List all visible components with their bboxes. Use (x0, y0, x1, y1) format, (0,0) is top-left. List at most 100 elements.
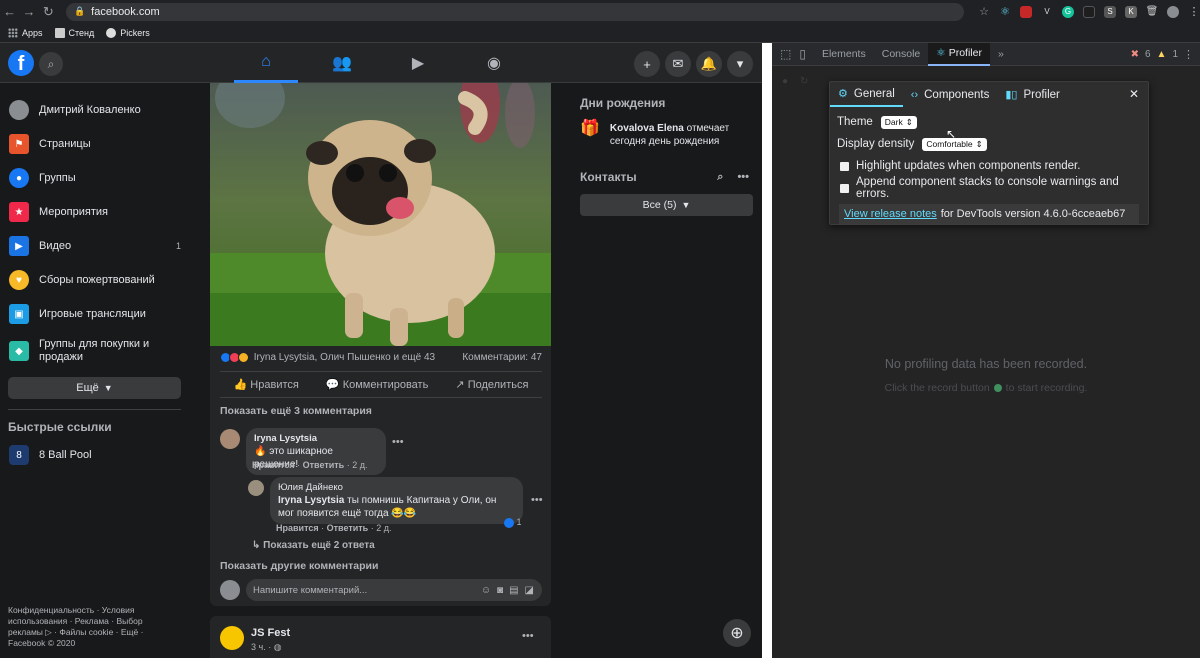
comment-reply-link[interactable]: Ответить (303, 460, 345, 470)
extension-trash-icon[interactable]: 🗑 (1146, 6, 1159, 18)
sticker-icon[interactable]: ◪ (525, 585, 534, 596)
create-icon[interactable]: + (634, 51, 660, 77)
grammarly-icon[interactable]: G (1062, 5, 1075, 18)
share-button[interactable]: ↗ Поделиться (455, 378, 528, 391)
account-menu-icon[interactable]: ▾ (727, 51, 753, 77)
sidebar-item-gaming[interactable]: ▣ Игровые трансляции (0, 297, 195, 331)
forward-icon[interactable]: → (19, 4, 38, 19)
extension-red-icon[interactable] (1020, 5, 1033, 18)
post-author[interactable]: JS Fest (251, 627, 290, 639)
reload-icon[interactable]: ↻ (39, 4, 58, 20)
reply-reply-link[interactable]: Ответить (327, 523, 369, 533)
avatar[interactable] (248, 480, 264, 496)
comment-button[interactable]: 💬 Комментировать (326, 378, 428, 391)
release-notes-link[interactable]: View release notes (844, 208, 937, 220)
birthday-item[interactable]: 🎁 Kovalova Elena отмечает сегодня день р… (580, 121, 755, 148)
sidebar-item-buy-sell[interactable]: ◆ Группы для покупки и продажи (0, 331, 195, 371)
reload-profile-icon[interactable]: ↻ (800, 76, 808, 87)
watch-tab-icon[interactable]: ▶ (386, 43, 450, 83)
shortcut-8-ball-pool[interactable]: 8 8 Ball Pool (0, 438, 195, 472)
more-options-icon[interactable]: ••• (531, 494, 543, 506)
tab-console[interactable]: Console (874, 43, 929, 66)
address-bar[interactable]: 🔒 facebook.com (65, 2, 965, 21)
bookmark-stand[interactable]: Стенд (54, 27, 94, 38)
bookmark-apps[interactable]: Apps (8, 27, 43, 38)
theme-select[interactable]: Dark ⇕ (880, 115, 917, 129)
settings-tab-label: Profiler (1023, 88, 1060, 101)
post-image[interactable] (210, 83, 551, 346)
star-icon[interactable]: ☆ (978, 6, 990, 18)
react-devtools-icon[interactable]: ⚛ (999, 6, 1011, 18)
more-button[interactable]: Ещё ▼ (8, 377, 181, 399)
show-more-comments[interactable]: Показать ещё 3 комментария (220, 405, 372, 417)
comments-count[interactable]: Комментарии: 47 (462, 352, 542, 363)
gif-icon[interactable]: ▤ (509, 585, 518, 596)
extension-k-icon[interactable]: K (1125, 5, 1138, 18)
extension-v-icon[interactable]: V (1041, 6, 1053, 18)
highlight-updates-checkbox[interactable] (840, 161, 849, 171)
home-tab-icon[interactable]: ⌂ (234, 43, 298, 83)
devtools-menu-icon[interactable]: ⋮ (1183, 48, 1194, 61)
show-more-replies[interactable]: ↳ Показать ещё 2 ответа (252, 540, 375, 551)
notifications-icon[interactable]: 🔔 (696, 51, 722, 77)
extension-dark-icon[interactable] (1083, 5, 1096, 18)
comment-like-link[interactable]: Нравится (252, 460, 295, 470)
reactions-summary[interactable]: Iryna Lysytsia, Олич Пышенко и ещё 43 Ко… (220, 352, 542, 363)
settings-tab-components[interactable]: ‹› Components (903, 82, 998, 107)
tab-profiler[interactable]: ⚛ Profiler (928, 42, 990, 66)
reply-likes[interactable]: 1 (504, 517, 522, 528)
sidebar-item-groups[interactable]: ● Группы (0, 161, 195, 195)
extension-s-icon[interactable]: S (1104, 5, 1117, 18)
more-options-icon[interactable]: ••• (737, 171, 749, 184)
sidebar-item-pages[interactable]: ⚑ Страницы (0, 127, 195, 161)
avatar[interactable] (220, 626, 244, 650)
comment-input[interactable]: Напишите комментарий... ☺ ◙ ▤ ◪ (246, 579, 542, 601)
comment-time[interactable]: 2 д. (352, 460, 367, 470)
settings-tab-general[interactable]: ⚙ General (830, 82, 903, 107)
highlight-updates-row[interactable]: Highlight updates when components render… (830, 155, 1148, 177)
comment-author[interactable]: Iryna Lysytsia (254, 432, 378, 445)
post-time[interactable]: 3 ч. · ◍ (251, 642, 282, 653)
back-icon[interactable]: ← (0, 4, 19, 19)
sidebar-item-video[interactable]: ▶ Видео 1 (0, 229, 195, 263)
search-icon[interactable]: ⌕ (39, 52, 63, 76)
close-icon[interactable]: ✕ (1129, 87, 1139, 101)
profile-avatar-icon[interactable] (1167, 5, 1180, 18)
panel-divider[interactable] (762, 43, 772, 658)
more-options-icon[interactable]: ••• (392, 436, 404, 448)
sidebar-item-profile[interactable]: Дмитрий Коваленко (0, 93, 195, 127)
tab-elements[interactable]: Elements (814, 43, 874, 66)
record-icon[interactable]: ● (782, 76, 788, 87)
like-button[interactable]: 👍 Нравится (234, 378, 299, 391)
reply-like-link[interactable]: Нравится (276, 523, 319, 533)
groups-tab-icon[interactable]: ◉ (462, 43, 526, 83)
avatar[interactable] (220, 429, 240, 449)
camera-icon[interactable]: ◙ (497, 585, 503, 596)
footer-links[interactable]: Конфиденциальность · Условия использован… (8, 605, 158, 649)
friends-tab-icon[interactable]: 👥 (310, 43, 374, 83)
issues-counter[interactable]: ✖ 6 ▲ 1 (1131, 49, 1178, 60)
show-other-comments[interactable]: Показать другие комментарии (220, 560, 378, 572)
inspect-element-icon[interactable]: ⬚ (772, 43, 799, 66)
reply-time[interactable]: 2 д. (376, 523, 391, 533)
append-stacks-row[interactable]: Append component stacks to console warni… (830, 176, 1148, 200)
settings-tab-profiler[interactable]: ▮▯ Profiler (997, 82, 1068, 107)
search-icon[interactable]: ⌕ (717, 171, 723, 184)
record-button-icon[interactable] (993, 384, 1002, 393)
device-toolbar-icon[interactable]: ▯ (799, 43, 814, 66)
emoji-icon[interactable]: ☺ (481, 585, 491, 596)
sidebar-item-events[interactable]: ★ Мероприятия (0, 195, 195, 229)
new-message-icon[interactable]: ⊕ (723, 619, 751, 647)
more-tabs-icon[interactable]: » (990, 43, 1012, 66)
bookmark-pickers[interactable]: Pickers (106, 27, 150, 38)
append-stacks-checkbox[interactable] (840, 183, 849, 193)
all-contacts-button[interactable]: Все (5) ▼ (580, 194, 753, 216)
messenger-icon[interactable]: ✉ (665, 51, 691, 77)
more-options-icon[interactable]: ••• (522, 630, 534, 642)
reply-author[interactable]: Юлия Дайнеко (278, 481, 515, 494)
browser-menu-icon[interactable]: ⋮ (1188, 6, 1200, 18)
reply-mention[interactable]: Iryna Lysytsia (278, 495, 344, 506)
sidebar-item-fundraisers[interactable]: ♥ Сборы пожертвований (0, 263, 195, 297)
bookmark-label: Pickers (120, 27, 150, 38)
facebook-logo-icon[interactable]: f (8, 50, 34, 76)
